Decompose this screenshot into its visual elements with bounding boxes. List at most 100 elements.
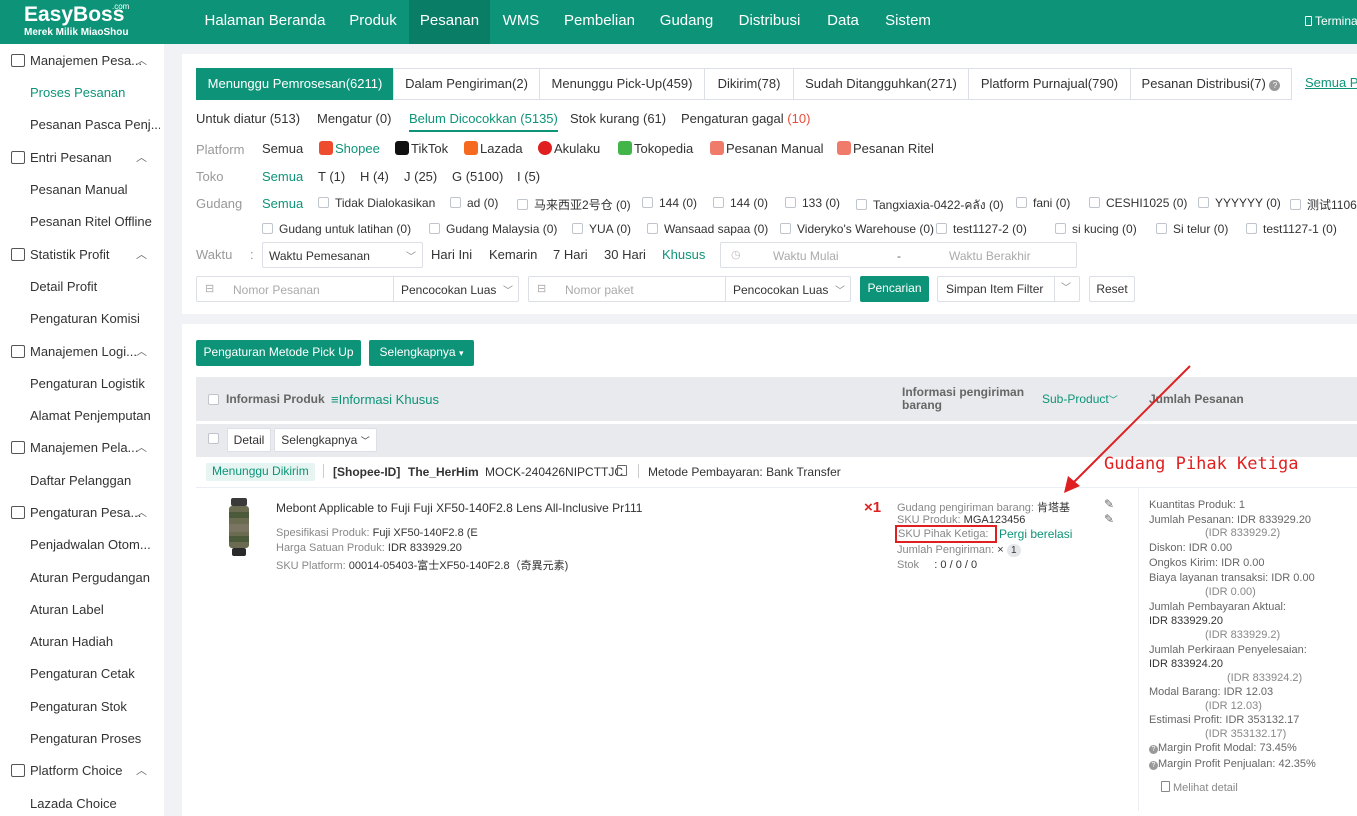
sidebar-group-manajemen-pelanggan[interactable]: Manajemen Pela... ︿ xyxy=(0,432,164,464)
checkbox[interactable] xyxy=(318,197,329,208)
help-icon[interactable]: ? xyxy=(1149,761,1158,770)
sidebar-group-pengaturan-pesanan[interactable]: Pengaturan Pesa... ︿ xyxy=(0,497,164,529)
sidebar-group-manajemen-pesanan[interactable]: Manajemen Pesa... ︿ xyxy=(0,45,164,77)
checkbox[interactable] xyxy=(713,197,724,208)
platform-semua[interactable]: Semua xyxy=(262,141,303,156)
subtab-mengatur[interactable]: Mengatur (0) xyxy=(317,111,391,126)
platform-lazada[interactable]: Lazada xyxy=(464,141,523,156)
tab-dalam-pengiriman[interactable]: Dalam Pengiriman(2) xyxy=(393,68,540,100)
quick-hari-ini[interactable]: Hari Ini xyxy=(431,247,472,262)
sidebar-group-manajemen-logistik[interactable]: Manajemen Logi... ︿ xyxy=(0,336,164,368)
gudang-option[interactable]: YYYYYY (0) xyxy=(1198,196,1281,210)
platform-tokopedia[interactable]: Tokopedia xyxy=(618,141,693,156)
link-sku-third-party[interactable]: Pergi berelasi xyxy=(999,527,1072,541)
sidebar-item-lazada-choice[interactable]: Lazada Choice xyxy=(30,788,160,816)
platform-akulaku[interactable]: Akulaku xyxy=(538,141,600,156)
checkbox[interactable] xyxy=(1156,223,1167,234)
checkbox[interactable] xyxy=(262,223,273,234)
checkbox[interactable] xyxy=(1290,199,1301,210)
gudang-option[interactable]: Wansaad sapaa (0) xyxy=(647,222,768,236)
sidebar-item-aturan-pergudangan[interactable]: Aturan Pergudangan xyxy=(30,562,160,594)
checkbox[interactable] xyxy=(1198,197,1209,208)
order-number[interactable]: MOCK-240426NIPCTTJC xyxy=(485,465,623,479)
nav-wms[interactable]: WMS xyxy=(490,0,552,44)
gudang-option[interactable]: 144 (0) xyxy=(713,196,768,210)
sidebar-item-daftar-pelanggan[interactable]: Daftar Pelanggan xyxy=(30,465,160,497)
gudang-option[interactable]: YUA (0) xyxy=(572,222,631,236)
search-button[interactable]: Pencarian xyxy=(860,276,929,302)
sidebar-item-alamat-penjemputan[interactable]: Alamat Penjemputan xyxy=(30,400,160,432)
checkbox[interactable] xyxy=(647,223,658,234)
sidebar-item-pengaturan-stok[interactable]: Pengaturan Stok xyxy=(30,691,160,723)
sidebar-item-pesanan-manual[interactable]: Pesanan Manual xyxy=(30,174,160,206)
platform-pesanan-manual[interactable]: Pesanan Manual xyxy=(710,141,824,156)
gudang-option[interactable]: si kucing (0) xyxy=(1055,222,1137,236)
nav-produk[interactable]: Produk xyxy=(336,0,410,44)
product-image[interactable] xyxy=(222,498,256,558)
checkbox[interactable] xyxy=(1246,223,1257,234)
toko-semua[interactable]: Semua xyxy=(262,169,303,184)
sidebar-item-detail-profit[interactable]: Detail Profit xyxy=(30,271,160,303)
checkbox[interactable] xyxy=(1055,223,1066,234)
special-info-toggle[interactable]: ≡Informasi Khusus xyxy=(331,392,439,407)
nav-gudang[interactable]: Gudang xyxy=(647,0,726,44)
tab-semua-pesanan[interactable]: Semua Pe xyxy=(1305,75,1357,90)
toko-t[interactable]: T (1) xyxy=(318,169,345,184)
tab-pesanan-distribusi[interactable]: Pesanan Distribusi(7) ? xyxy=(1130,68,1292,100)
nav-pembelian[interactable]: Pembelian xyxy=(552,0,647,44)
tab-dikirim[interactable]: Dikirim(78) xyxy=(704,68,794,100)
checkbox[interactable] xyxy=(856,199,867,210)
gudang-option[interactable]: Si telur (0) xyxy=(1156,222,1228,236)
toko-g[interactable]: G (5100) xyxy=(452,169,503,184)
tab-platform-purnajual[interactable]: Platform Purnajual(790) xyxy=(968,68,1131,100)
subtab-pengaturan-gagal[interactable]: Pengaturan gagal (10) xyxy=(681,111,810,126)
nav-halaman-beranda[interactable]: Halaman Beranda xyxy=(194,0,336,44)
tab-menunggu-pick-up[interactable]: Menunggu Pick-Up(459) xyxy=(539,68,705,100)
checkbox[interactable] xyxy=(936,223,947,234)
help-icon[interactable]: ? xyxy=(1149,745,1158,754)
toko-j[interactable]: J (25) xyxy=(404,169,437,184)
shop-name[interactable]: The_HerHim xyxy=(408,465,479,479)
detail-button[interactable]: Detail xyxy=(227,428,271,452)
gudang-option[interactable]: fani (0) xyxy=(1016,196,1070,210)
gudang-option[interactable]: 133 (0) xyxy=(785,196,840,210)
gudang-option[interactable]: 144 (0) xyxy=(642,196,697,210)
gudang-option[interactable]: Gudang untuk latihan (0) xyxy=(262,222,411,236)
reset-button[interactable]: Reset xyxy=(1089,276,1135,302)
subtab-untuk-diatur[interactable]: Untuk diatur (513) xyxy=(196,111,300,126)
save-filter-button[interactable]: Simpan Item Filter ﹀ xyxy=(937,276,1080,302)
gudang-option[interactable]: Gudang Malaysia (0) xyxy=(429,222,557,236)
match-mode-select[interactable]: Pencocokan Luas xyxy=(401,283,496,297)
sidebar-group-entri-pesanan[interactable]: Entri Pesanan ︿ xyxy=(0,142,164,174)
package-search-input[interactable]: ⊟ Nomor paket Pencocokan Luas ﹀ xyxy=(528,276,851,302)
subtab-belum-dicocokkan[interactable]: Belum Dicocokkan (5135) xyxy=(409,111,558,132)
more-actions-button[interactable]: Selengkapnya ▾ xyxy=(369,340,474,366)
view-detail-link[interactable]: Melihat detail xyxy=(1161,781,1238,794)
tab-menunggu-pemrosesan[interactable]: Menunggu Pemrosesan(6211) xyxy=(196,68,394,100)
quick-khusus[interactable]: Khusus xyxy=(662,247,705,262)
gudang-option[interactable]: Videryko's Warehouse (0) xyxy=(780,222,934,236)
gudang-option[interactable]: test1127-2 (0) xyxy=(936,222,1027,236)
quick-kemarin[interactable]: Kemarin xyxy=(489,247,537,262)
bulk-more-button[interactable]: Selengkapnya ﹀ xyxy=(274,428,377,452)
toko-h[interactable]: H (4) xyxy=(360,169,389,184)
sidebar-item-pesanan-pasca-penjualan[interactable]: Pesanan Pasca Penj... xyxy=(30,109,160,141)
subtab-stok-kurang[interactable]: Stok kurang (61) xyxy=(570,111,666,126)
gudang-option[interactable]: Tidak Dialokasikan xyxy=(318,196,435,210)
nav-pesanan[interactable]: Pesanan xyxy=(409,0,490,44)
nav-distribusi[interactable]: Distribusi xyxy=(726,0,813,44)
waktu-type-select[interactable]: Waktu Pemesanan ﹀ xyxy=(262,242,423,268)
nav-data[interactable]: Data xyxy=(813,0,873,44)
checkbox[interactable] xyxy=(780,223,791,234)
row-select-checkbox[interactable] xyxy=(208,433,219,444)
match-mode-select[interactable]: Pencocokan Luas xyxy=(733,283,828,297)
checkbox[interactable] xyxy=(450,197,461,208)
copy-icon[interactable] xyxy=(617,465,627,476)
terminal-link[interactable]: Terminal xyxy=(1305,0,1357,44)
platform-tiktok[interactable]: TikTok xyxy=(395,141,448,156)
gudang-option[interactable]: 马来西亚2号仓 (0) xyxy=(517,196,631,213)
tab-sudah-ditangguhkan[interactable]: Sudah Ditangguhkan(271) xyxy=(793,68,969,100)
checkbox[interactable] xyxy=(429,223,440,234)
easyboss-logo[interactable]: EasyBoss .com Merek Milik MiaoShou xyxy=(24,2,129,38)
checkbox[interactable] xyxy=(785,197,796,208)
